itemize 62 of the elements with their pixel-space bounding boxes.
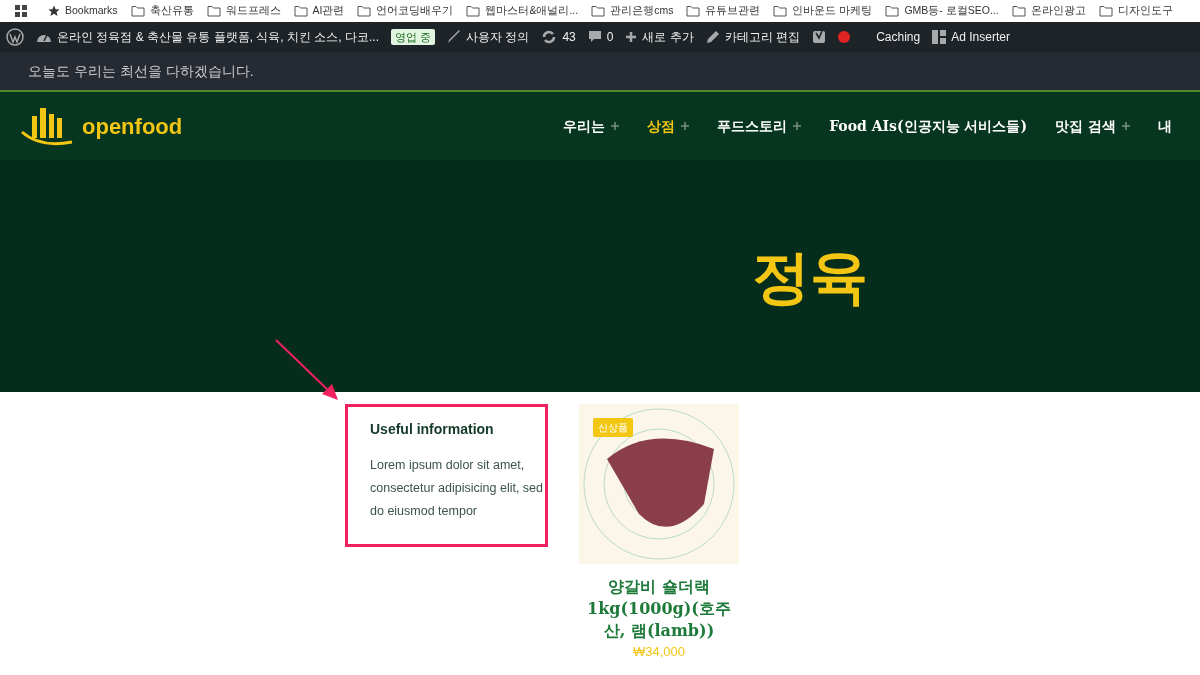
page-title: 정육: [752, 242, 868, 311]
admin-bar-link[interactable]: Ad Inserter: [951, 28, 1010, 46]
nav-link[interactable]: 상점: [647, 115, 676, 137]
bookmark-link[interactable]: 디자인도구: [1117, 3, 1173, 19]
folder-icon: [466, 5, 481, 17]
logo-text[interactable]: openfood: [82, 109, 183, 143]
plus-icon[interactable]: [793, 122, 802, 130]
bookmark-link[interactable]: 축산유통: [149, 3, 194, 19]
bookmark-link[interactable]: 웹마스터&애널리...: [485, 3, 579, 19]
bookmark-link[interactable]: GMB등- 로컬SEO...: [904, 3, 999, 19]
nav-link[interactable]: 맛집 검색: [1055, 115, 1116, 137]
plus-icon[interactable]: [1122, 122, 1130, 130]
layout-icon[interactable]: [932, 30, 947, 44]
city-fork-logo-icon: [20, 106, 74, 146]
bookmark-link[interactable]: 온라인광고: [1030, 3, 1086, 19]
folder-icon: [591, 5, 606, 17]
admin-bar-link[interactable]: Caching: [876, 28, 921, 46]
folder-icon: [130, 5, 145, 17]
tagline-text: 오늘도 우리는 최선을 다하겠습니다.: [28, 61, 254, 81]
plus-icon[interactable]: [681, 122, 690, 130]
bookmark-link[interactable]: Bookmarks: [65, 3, 118, 19]
nav-link[interactable]: 우리는: [563, 115, 606, 137]
folder-icon: [1011, 5, 1026, 17]
product-price: ₩34,000: [631, 643, 686, 661]
widget-title: Useful information: [370, 420, 495, 439]
bookmark-link[interactable]: 유튜브관련: [705, 3, 761, 19]
pencil-icon[interactable]: [705, 30, 720, 44]
folder-icon: [293, 5, 308, 17]
nav-link[interactable]: 내: [1158, 115, 1172, 137]
admin-bar-link[interactable]: 온라인 정육점 & 축산물 유통 플랫폼, 식육, 치킨 소스, 다코...: [57, 28, 379, 46]
nav-link[interactable]: 푸드스토리: [717, 115, 788, 137]
folder-icon: [1098, 5, 1113, 17]
star-icon: [48, 5, 60, 17]
bookmark-link[interactable]: 언어코딩배우기: [376, 3, 454, 19]
admin-bar-link[interactable]: 43: [562, 28, 576, 46]
bookmark-link[interactable]: AI관련: [312, 3, 345, 19]
product-name[interactable]: 양갈비 숄더랙 1kg(1000g)(호주산, 램(lamb)): [579, 576, 739, 642]
new-badge: 신상품: [593, 418, 633, 437]
admin-bar-link[interactable]: 카테고리 편집: [724, 28, 801, 46]
admin-bar-link[interactable]: 0: [606, 28, 614, 46]
brush-icon[interactable]: [447, 30, 462, 44]
y-logo-icon[interactable]: [812, 29, 827, 45]
plus-icon[interactable]: [611, 122, 620, 130]
folder-icon: [686, 5, 701, 17]
widget-text: Lorem ipsum dolor sit amet, consectetur adipisicing elit, sed do eiusmod tempor: [370, 457, 544, 520]
folder-icon: [206, 5, 221, 17]
folder-icon: [357, 5, 372, 17]
admin-bar-link[interactable]: 새로 추가: [642, 28, 694, 46]
folder-icon: [885, 5, 900, 17]
refresh-icon[interactable]: [541, 30, 558, 44]
folder-icon: [773, 5, 788, 17]
bookmark-link[interactable]: 워드프레스: [225, 3, 281, 19]
nav-link[interactable]: Food AIs(인공지능 서비스들): [829, 115, 1028, 137]
plus-icon[interactable]: [625, 31, 638, 43]
bookmark-link[interactable]: 인바운드 마케팅: [792, 3, 873, 19]
status-badge: 영업 중: [391, 28, 436, 46]
apps-grid-icon[interactable]: [14, 4, 28, 18]
admin-bar-link[interactable]: 사용자 정의: [466, 28, 530, 46]
wordpress-logo-icon[interactable]: [6, 28, 24, 46]
bookmark-link[interactable]: 관리은행cms: [610, 3, 674, 19]
comment-icon[interactable]: [587, 30, 602, 44]
meat-photo-placeholder[interactable]: [579, 404, 739, 564]
